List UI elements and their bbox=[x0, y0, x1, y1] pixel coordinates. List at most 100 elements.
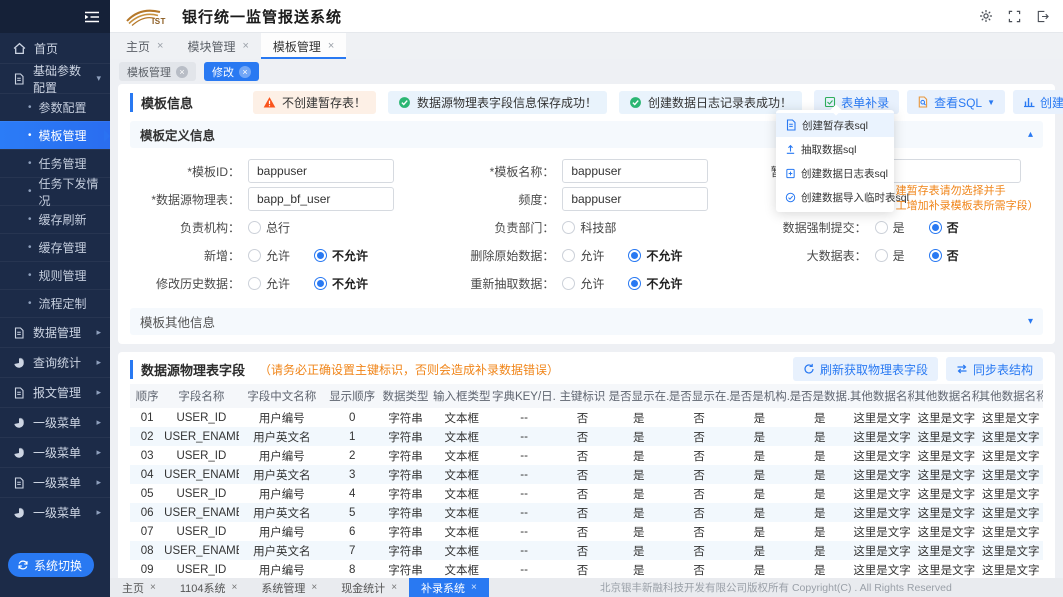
app-logo: IST bbox=[124, 5, 166, 27]
source-table-input[interactable] bbox=[248, 187, 394, 211]
radio-option-总行[interactable]: 总行 bbox=[248, 219, 290, 236]
sidebar-item-一级菜单-5[interactable]: 一级菜单 ▸ bbox=[0, 467, 110, 497]
radio-option-不允许[interactable]: 不允许 bbox=[628, 275, 682, 292]
table-row[interactable]: 02USER_ENAME用户英文名1字符串文本框--否是否是是这里是文字这里是文… bbox=[130, 427, 1043, 446]
section-header-template-other[interactable]: 模板其他信息 ▾ bbox=[130, 308, 1043, 335]
dropdown-item-抽取数据sql[interactable]: 抽取数据sql bbox=[776, 137, 894, 161]
radio-option-科技部[interactable]: 科技部 bbox=[562, 219, 616, 236]
sidebar-item-一级菜单-4[interactable]: 一级菜单 ▸ bbox=[0, 437, 110, 467]
frequency-input[interactable] bbox=[562, 187, 708, 211]
sidebar-item-流程定制[interactable]: •流程定制 bbox=[0, 289, 110, 317]
table-cell: 用户英文名 bbox=[239, 427, 325, 446]
window-tab-模块管理[interactable]: 模块管理 × bbox=[175, 33, 260, 59]
table-cell: USER_ID bbox=[164, 408, 238, 427]
sidebar-header bbox=[0, 0, 110, 33]
fullscreen-icon[interactable] bbox=[1008, 10, 1021, 23]
table-cell: 这里是文字 bbox=[850, 503, 914, 522]
system-switch-button[interactable]: 系统切换 bbox=[8, 553, 94, 577]
sidebar-item-home[interactable]: 首页 bbox=[0, 33, 110, 63]
logout-icon[interactable] bbox=[1036, 10, 1049, 23]
sidebar-item-一级菜单-6[interactable]: 一级菜单 ▸ bbox=[0, 497, 110, 527]
close-icon[interactable]: × bbox=[232, 582, 238, 593]
window-tab-模板管理[interactable]: 模板管理 × bbox=[261, 33, 346, 59]
sql-icon bbox=[917, 96, 929, 108]
dropdown-item-创建数据导入临时表sql[interactable]: 创建数据导入临时表sql bbox=[776, 185, 894, 209]
创建数据库表-button[interactable]: 创建数据库表 ▼ bbox=[1013, 90, 1063, 114]
table-cell: 用户编号 bbox=[239, 446, 325, 465]
table-row[interactable]: 03USER_ID用户编号2字符串文本框--否是否是是这里是文字这里是文字这里是… bbox=[130, 446, 1043, 465]
taskbar-tab-主页[interactable]: 主页 × bbox=[110, 578, 168, 597]
radio-option-允许[interactable]: 允许 bbox=[562, 247, 604, 264]
sidebar-item-任务下发情况[interactable]: •任务下发情况 bbox=[0, 177, 110, 205]
taskbar-tab-系统管理[interactable]: 系统管理 × bbox=[249, 578, 329, 597]
close-icon[interactable]: × bbox=[239, 66, 251, 78]
sidebar-item-缓存管理[interactable]: •缓存管理 bbox=[0, 233, 110, 261]
pie-icon bbox=[13, 417, 25, 429]
radio-option-不允许[interactable]: 不允许 bbox=[628, 247, 682, 264]
table-cell: 是 bbox=[729, 522, 789, 541]
collapse-icon[interactable]: ▴ bbox=[1028, 129, 1033, 140]
close-icon[interactable]: × bbox=[176, 66, 188, 78]
sidebar-item-数据管理-0[interactable]: 数据管理 ▸ bbox=[0, 317, 110, 347]
radio-option-不允许[interactable]: 不允许 bbox=[314, 275, 368, 292]
sidebar-item-查询统计-1[interactable]: 查询统计 ▸ bbox=[0, 347, 110, 377]
taskbar-tab-现金统计[interactable]: 现金统计 × bbox=[329, 578, 409, 597]
radio-option-允许[interactable]: 允许 bbox=[562, 275, 604, 292]
close-icon[interactable]: × bbox=[311, 582, 317, 593]
close-icon[interactable]: × bbox=[157, 40, 163, 52]
sidebar-item-参数配置[interactable]: •参数配置 bbox=[0, 93, 110, 121]
taskbar-tab-1104系统[interactable]: 1104系统 × bbox=[168, 578, 250, 597]
table-row[interactable]: 01USER_ID用户编号0字符串文本框--否是否是是这里是文字这里是文字这里是… bbox=[130, 408, 1043, 427]
home-icon bbox=[13, 42, 26, 55]
查看SQL-button[interactable]: 查看SQL ▼ bbox=[907, 90, 1005, 114]
collapse-menu-icon[interactable] bbox=[84, 11, 100, 23]
table-row[interactable]: 04USER_ENAME用户英文名3字符串文本框--否是否是是这里是文字这里是文… bbox=[130, 465, 1043, 484]
radio-option-是[interactable]: 是 bbox=[875, 219, 905, 236]
同步表结构-button[interactable]: 同步表结构 bbox=[946, 357, 1043, 381]
dropdown-item-创建暂存表sql[interactable]: 创建暂存表sql bbox=[776, 113, 894, 137]
sidebar-item-任务管理[interactable]: •任务管理 bbox=[0, 149, 110, 177]
column-header: 是否是数据.. bbox=[790, 384, 850, 408]
table-row[interactable]: 06USER_ENAME用户英文名5字符串文本框--否是否是是这里是文字这里是文… bbox=[130, 503, 1043, 522]
close-icon[interactable]: × bbox=[242, 40, 248, 52]
sidebar-item-缓存刷新[interactable]: •缓存刷新 bbox=[0, 205, 110, 233]
template-name-input[interactable] bbox=[562, 159, 708, 183]
section-header-template-definition[interactable]: 模板定义信息 ▴ bbox=[130, 121, 1043, 148]
taskbar-tab-补录系统[interactable]: 补录系统 × bbox=[409, 578, 489, 597]
table-row[interactable]: 05USER_ID用户编号4字符串文本框--否是否是是这里是文字这里是文字这里是… bbox=[130, 484, 1043, 503]
sidebar-item-报文管理-2[interactable]: 报文管理 ▸ bbox=[0, 377, 110, 407]
chevron-down-icon: ▼ bbox=[987, 98, 995, 107]
table-cell: 是 bbox=[729, 503, 789, 522]
table-row[interactable]: 09USER_ID用户编号8字符串文本框--否是否是是这里是文字这里是文字这里是… bbox=[130, 560, 1043, 579]
sidebar-item-模板管理[interactable]: •模板管理 bbox=[0, 121, 110, 149]
table-cell: 这里是文字 bbox=[979, 560, 1043, 579]
breadcrumb-chip-模板管理[interactable]: 模板管理 × bbox=[119, 62, 196, 81]
radio-option-允许[interactable]: 允许 bbox=[248, 247, 290, 264]
sidebar-item-规则管理[interactable]: •规则管理 bbox=[0, 261, 110, 289]
close-icon[interactable]: × bbox=[471, 582, 477, 593]
close-icon[interactable]: × bbox=[328, 40, 334, 52]
temp-table-name-input[interactable] bbox=[875, 159, 1021, 183]
dropdown-item-创建数据日志表sql[interactable]: 创建数据日志表sql bbox=[776, 161, 894, 185]
expand-icon[interactable]: ▾ bbox=[1028, 316, 1033, 327]
radio-option-否[interactable]: 否 bbox=[929, 247, 959, 264]
table-cell: 这里是文字 bbox=[850, 560, 914, 579]
bullet-icon: • bbox=[28, 242, 32, 253]
table-cell: 文本框 bbox=[432, 427, 492, 446]
radio-option-是[interactable]: 是 bbox=[875, 247, 905, 264]
刷新获取物理表字段-button[interactable]: 刷新获取物理表字段 bbox=[793, 357, 938, 381]
sidebar-group-base-params[interactable]: 基础参数配置 ▾ bbox=[0, 63, 110, 93]
table-row[interactable]: 07USER_ID用户编号6字符串文本框--否是否是是这里是文字这里是文字这里是… bbox=[130, 522, 1043, 541]
template-id-input[interactable] bbox=[248, 159, 394, 183]
radio-option-否[interactable]: 否 bbox=[929, 219, 959, 236]
window-tab-主页[interactable]: 主页 × bbox=[114, 33, 175, 59]
panel-title: 模板信息 bbox=[130, 93, 193, 112]
table-row[interactable]: 08USER_ENAME用户英文名7字符串文本框--否是否是是这里是文字这里是文… bbox=[130, 541, 1043, 560]
breadcrumb-chip-修改[interactable]: 修改 × bbox=[204, 62, 259, 81]
close-icon[interactable]: × bbox=[150, 582, 156, 593]
close-icon[interactable]: × bbox=[391, 582, 397, 593]
radio-option-不允许[interactable]: 不允许 bbox=[314, 247, 368, 264]
sidebar-item-一级菜单-3[interactable]: 一级菜单 ▸ bbox=[0, 407, 110, 437]
radio-option-允许[interactable]: 允许 bbox=[248, 275, 290, 292]
gear-icon[interactable] bbox=[979, 9, 993, 23]
